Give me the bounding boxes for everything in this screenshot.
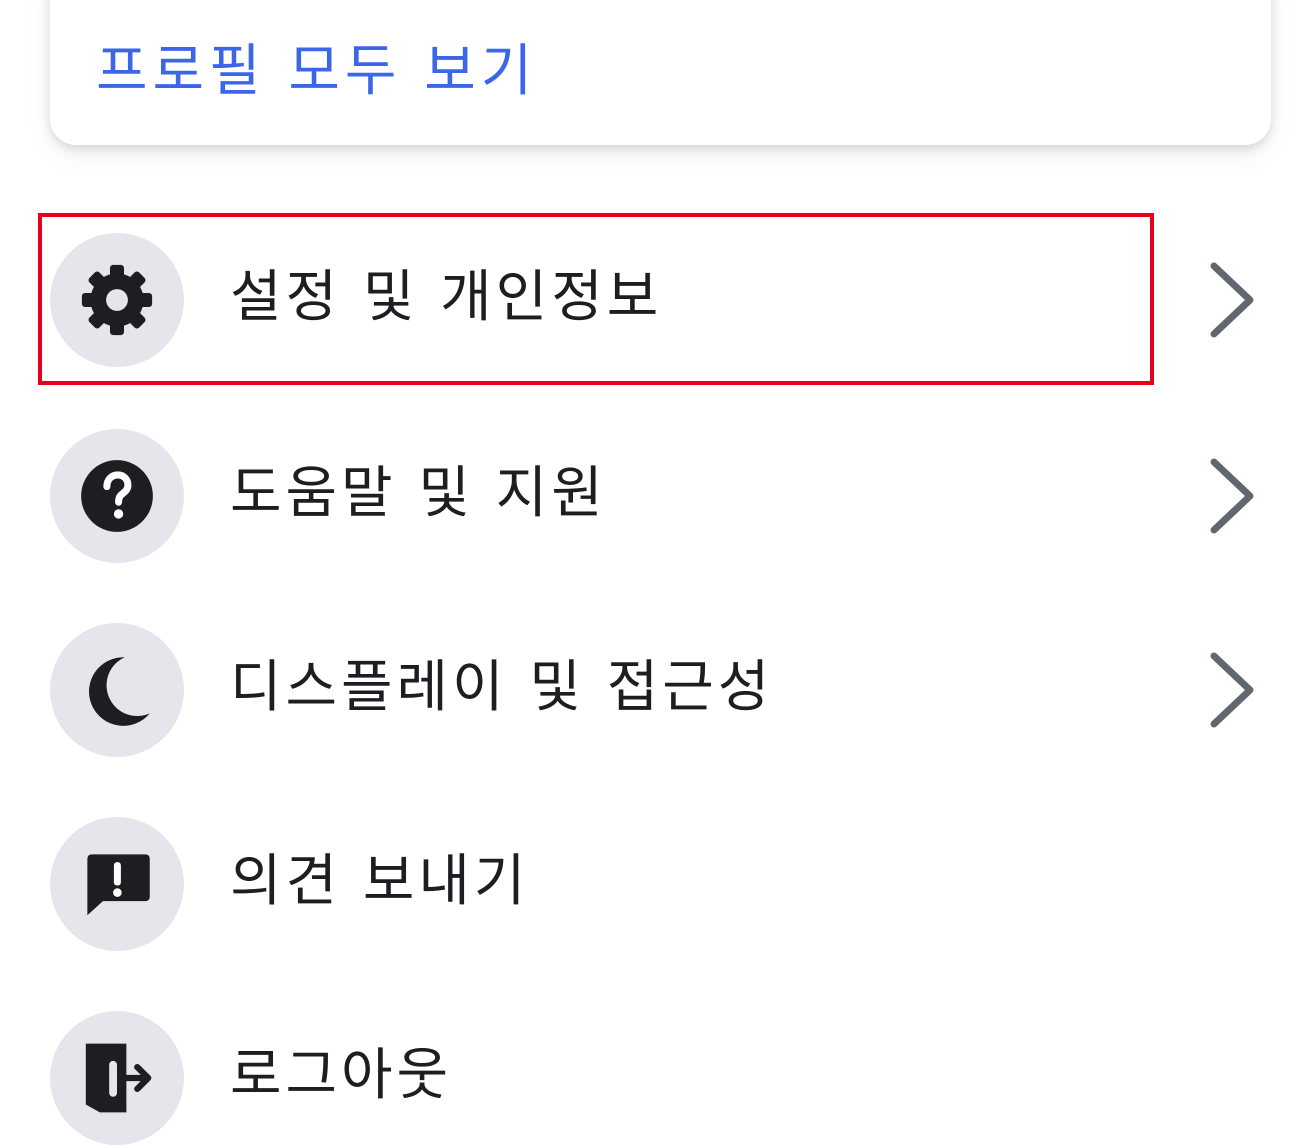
gear-icon [50,233,184,367]
menu-item-feedback[interactable]: 의견 보내기 [0,814,1312,954]
see-all-profiles-link[interactable]: 프로필 모두 보기 [96,26,537,107]
menu-item-label: 의견 보내기 [230,849,530,914]
menu-item-label: 도움말 및 지원 [230,461,607,526]
moon-icon [50,623,184,757]
chevron-right-icon [1200,650,1270,730]
profile-card: 프로필 모두 보기 [50,0,1271,145]
question-icon [50,429,184,563]
menu-item-settings[interactable]: 설정 및 개인정보 [0,230,1312,370]
menu-item-help[interactable]: 도움말 및 지원 [0,426,1312,566]
chevron-right-icon [1200,260,1270,340]
menu-item-label: 설정 및 개인정보 [230,265,663,330]
feedback-icon [50,817,184,951]
menu-item-logout[interactable]: 로그아웃 [0,1008,1312,1148]
menu-item-display[interactable]: 디스플레이 및 접근성 [0,620,1312,760]
menu-item-label: 디스플레이 및 접근성 [230,655,774,720]
menu-item-label: 로그아웃 [230,1043,453,1108]
chevron-right-icon [1200,456,1270,536]
